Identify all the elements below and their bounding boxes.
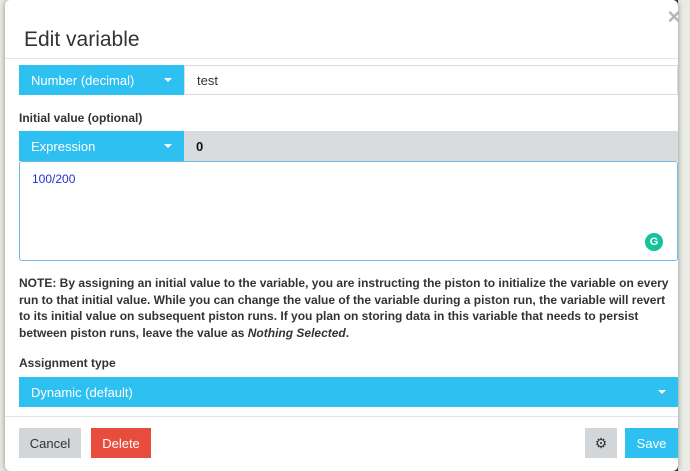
caret-down-icon bbox=[164, 78, 172, 82]
initial-value-note: NOTE: By assigning an initial value to t… bbox=[19, 275, 679, 341]
initial-value-mode-dropdown[interactable]: Expression bbox=[19, 131, 184, 161]
footer-divider bbox=[5, 416, 678, 417]
note-suffix: . bbox=[345, 325, 350, 340]
expression-textarea[interactable]: 100/200 bbox=[19, 161, 678, 261]
dialog-title: Edit variable bbox=[24, 28, 140, 51]
settings-icon[interactable]: ⚙ bbox=[585, 428, 617, 458]
variable-type-dropdown[interactable]: Number (decimal) bbox=[19, 65, 184, 95]
assignment-type-value: Dynamic (default) bbox=[31, 384, 133, 400]
initial-value-label: Initial value (optional) bbox=[19, 111, 143, 125]
cancel-button[interactable]: Cancel bbox=[19, 428, 81, 458]
background-code-right bbox=[678, 0, 690, 471]
header-divider bbox=[5, 58, 678, 59]
assignment-type-label: Assignment type bbox=[19, 356, 116, 370]
variable-name-value: test bbox=[197, 72, 218, 88]
note-emphasis: Nothing Selected bbox=[247, 325, 346, 340]
grammarly-icon[interactable]: G bbox=[645, 233, 663, 251]
expression-evaluated-value: 0 bbox=[184, 131, 678, 161]
delete-button[interactable]: Delete bbox=[91, 428, 151, 458]
initial-value-mode-label: Expression bbox=[31, 138, 96, 154]
variable-type-label: Number (decimal) bbox=[31, 72, 135, 88]
caret-down-icon bbox=[164, 144, 172, 148]
variable-name-input[interactable]: test bbox=[184, 65, 678, 95]
close-icon[interactable]: × bbox=[665, 6, 683, 28]
save-button[interactable]: Save bbox=[625, 428, 678, 458]
assignment-type-dropdown[interactable]: Dynamic (default) bbox=[19, 377, 678, 407]
edit-variable-dialog: × Edit variable Number (decimal) test In… bbox=[5, 0, 680, 471]
caret-down-icon bbox=[658, 390, 666, 394]
expression-text: 100/200 bbox=[32, 172, 76, 186]
